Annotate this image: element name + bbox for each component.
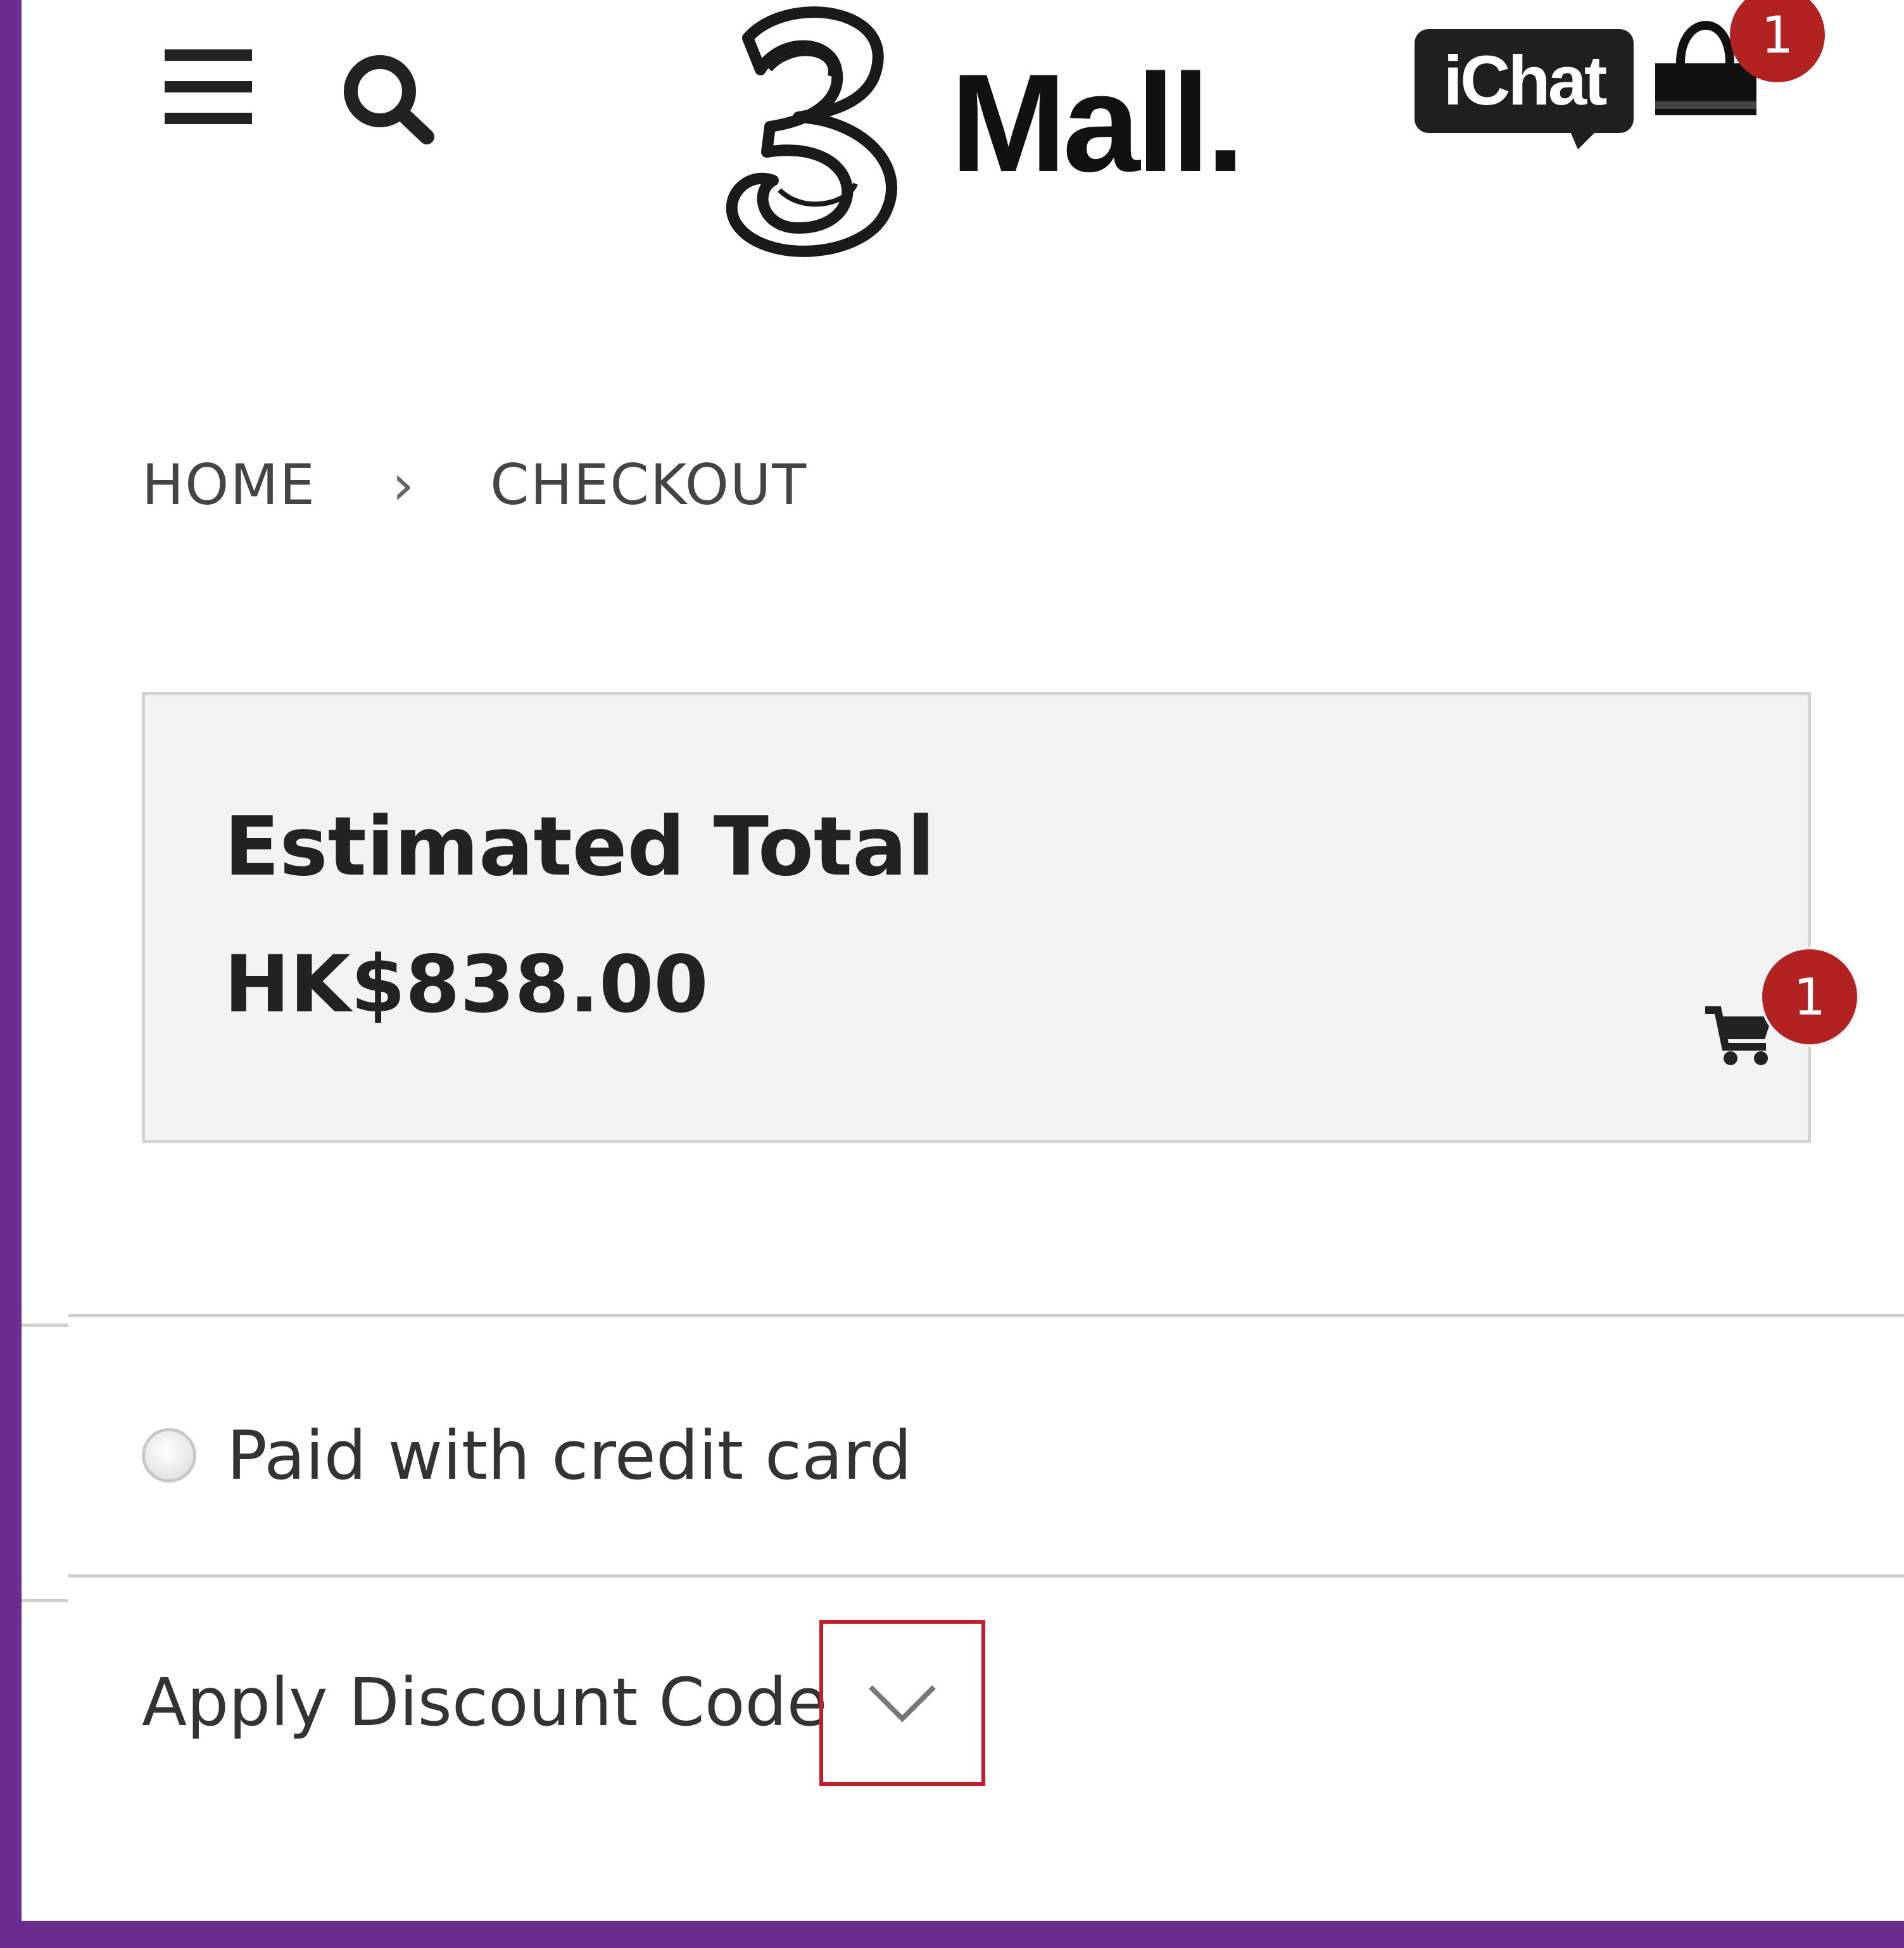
estimated-total-box: Estimated Total HK$838.00 1	[142, 692, 1860, 1143]
estimated-total-label: Estimated Total	[224, 800, 935, 894]
cart-summary-button[interactable]: 1	[1703, 947, 1860, 1065]
discount-section: Apply Discount Code	[142, 1626, 828, 1778]
apply-discount-label[interactable]: Apply Discount Code	[142, 1664, 828, 1741]
cart-count-badge: 1	[1760, 947, 1860, 1047]
credit-card-label: Paid with credit card	[227, 1416, 912, 1495]
breadcrumb-home-link[interactable]: HOME	[142, 452, 316, 517]
divider	[68, 1314, 1904, 1317]
logo-text: Mall.	[950, 45, 1241, 201]
payment-option-credit-card[interactable]: Paid with credit card	[142, 1411, 912, 1500]
checkout-page: Mall. iChat 1 HOME › CHECKOUT Estimated …	[22, 0, 1904, 1921]
divider	[22, 1599, 68, 1602]
breadcrumb-current: CHECKOUT	[490, 452, 808, 517]
shopping-bag-icon[interactable]: 1	[1655, 0, 1825, 127]
search-icon[interactable]	[332, 51, 446, 146]
chevron-down-icon	[869, 1685, 936, 1723]
divider	[22, 1324, 68, 1327]
three-mall-logo[interactable]: Mall.	[710, 0, 1311, 266]
divider	[68, 1574, 1904, 1578]
estimated-total-value: HK$838.00	[224, 939, 709, 1030]
credit-card-radio[interactable]	[142, 1428, 196, 1483]
discount-toggle-button[interactable]	[819, 1620, 985, 1786]
ichat-label: iChat	[1444, 42, 1607, 120]
ichat-button[interactable]: iChat	[1412, 25, 1654, 152]
breadcrumb-separator-icon: ›	[391, 452, 415, 517]
breadcrumb: HOME › CHECKOUT	[142, 443, 807, 526]
menu-icon[interactable]	[165, 49, 252, 124]
